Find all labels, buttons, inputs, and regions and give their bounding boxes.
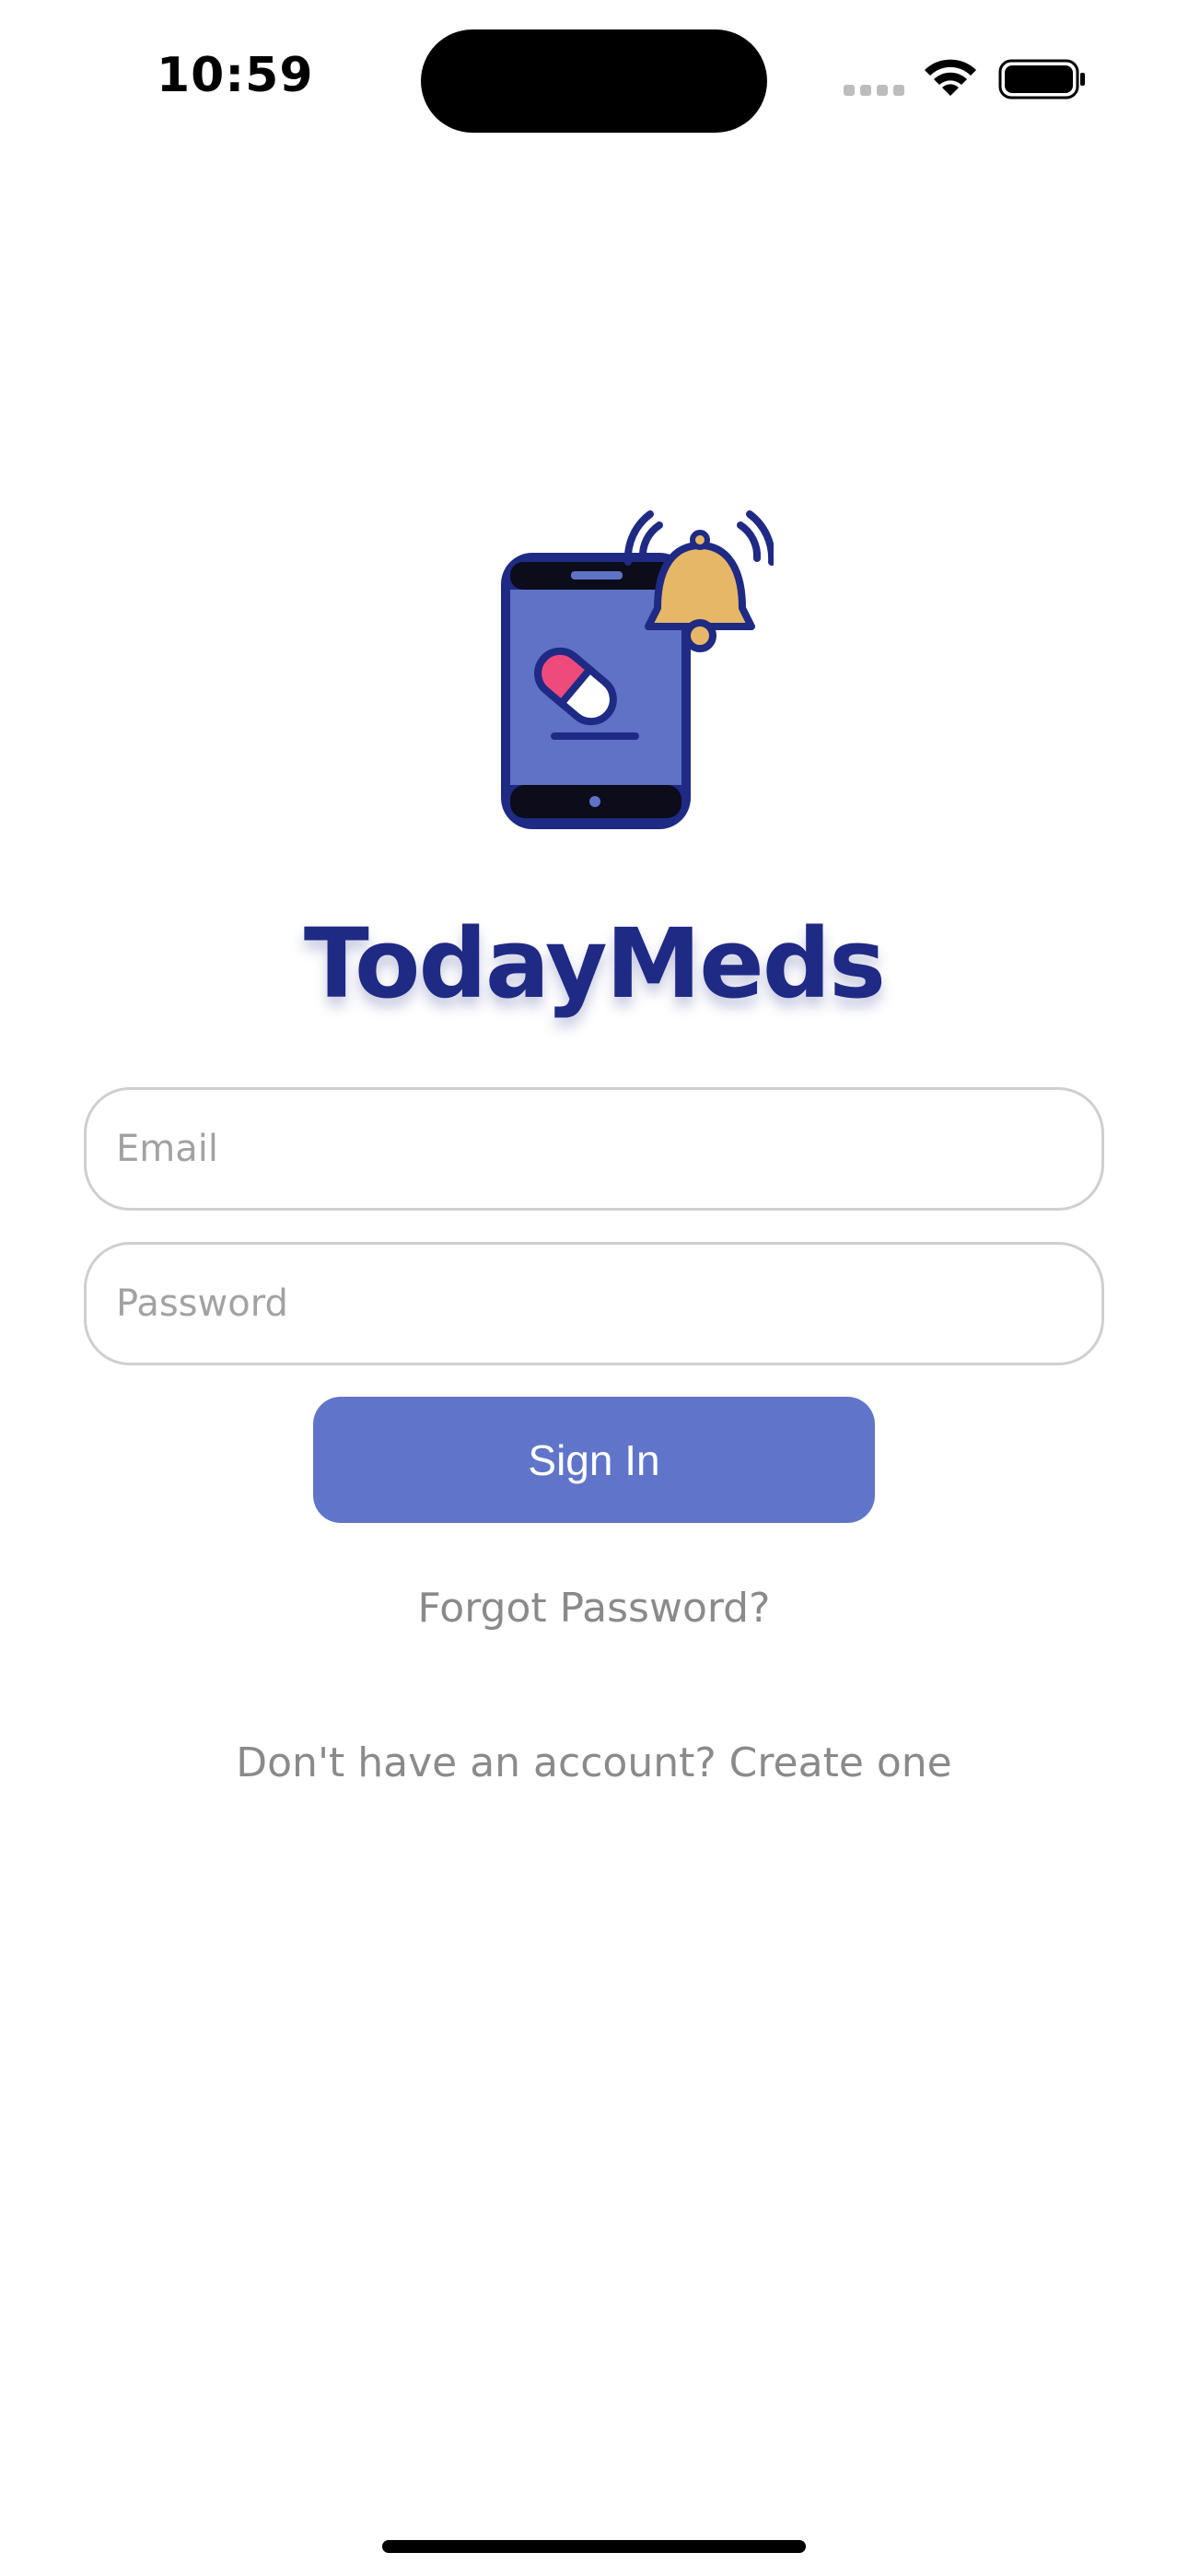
forgot-password-link[interactable]: Forgot Password?	[0, 1585, 1188, 1632]
wifi-icon	[925, 59, 976, 96]
email-field[interactable]	[84, 1087, 1104, 1211]
home-indicator[interactable]	[382, 2540, 806, 2553]
cellular-signal-icon	[844, 85, 904, 98]
battery-icon	[998, 59, 1085, 100]
create-account-link[interactable]: Don't have an account? Create one	[0, 1739, 1188, 1786]
password-input[interactable]	[87, 1245, 1101, 1363]
email-input[interactable]	[87, 1090, 1101, 1208]
sign-in-button[interactable]: Sign In	[313, 1397, 875, 1523]
app-logo-icon	[501, 510, 774, 829]
status-time: 10:59	[157, 48, 314, 103]
password-field[interactable]	[84, 1242, 1104, 1365]
app-title: TodayMeds	[303, 907, 886, 1020]
status-bar: 10:59	[0, 0, 1188, 166]
dynamic-island	[421, 29, 767, 133]
